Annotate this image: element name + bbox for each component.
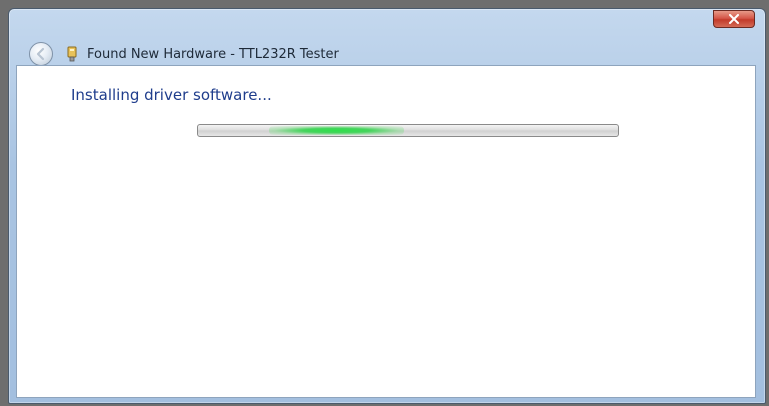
close-icon [729, 14, 739, 24]
hardware-device-icon [65, 46, 79, 62]
desktop-background: Found New Hardware - TTL232R Tester Inst… [0, 0, 769, 406]
found-new-hardware-dialog: Found New Hardware - TTL232R Tester Inst… [8, 8, 766, 404]
back-arrow-icon [36, 47, 45, 61]
progress-indicator [269, 126, 404, 135]
title-bar[interactable]: Found New Hardware - TTL232R Tester [9, 9, 765, 66]
window-title: Found New Hardware - TTL232R Tester [87, 47, 339, 62]
progress-bar [197, 124, 619, 137]
dialog-content: Installing driver software... [16, 65, 756, 398]
status-heading: Installing driver software... [71, 86, 272, 104]
back-button[interactable] [29, 42, 53, 66]
close-button[interactable] [713, 10, 755, 28]
